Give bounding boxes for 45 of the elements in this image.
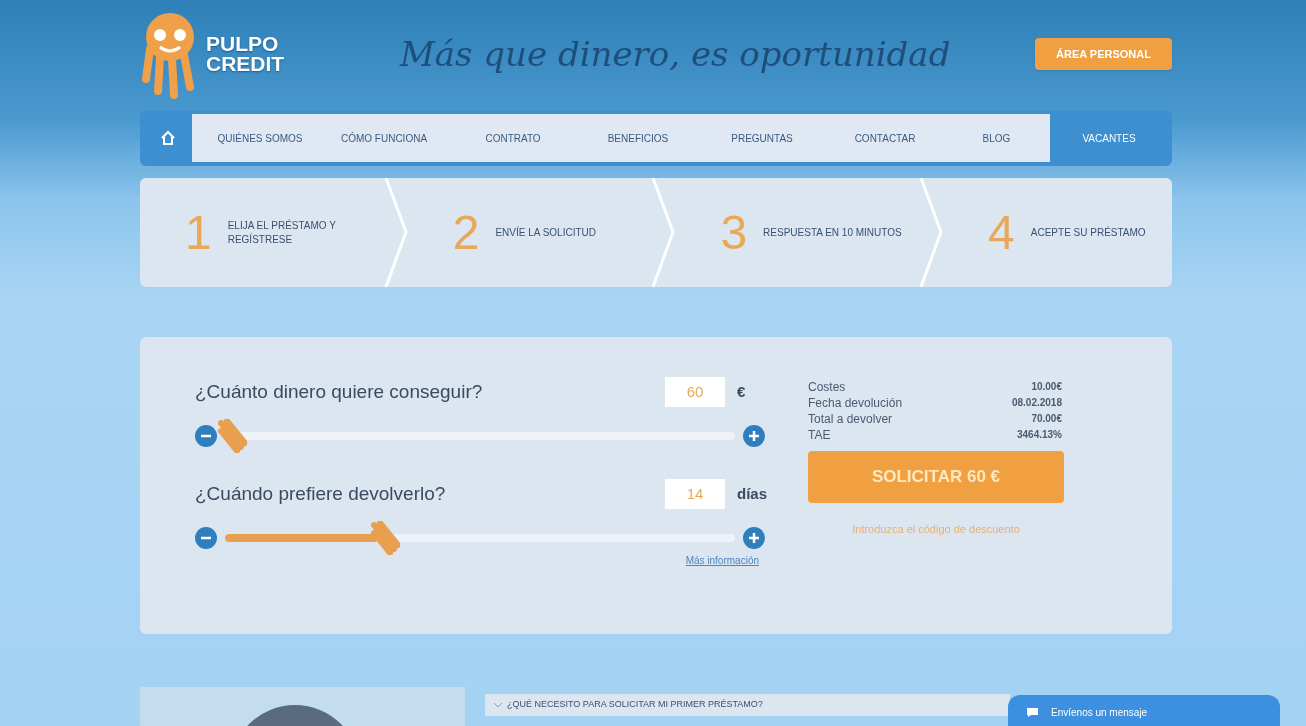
minus-icon[interactable] (195, 527, 217, 549)
step-chevron-icon (919, 178, 943, 287)
chat-button[interactable]: Envíenos un mensaje (1008, 695, 1280, 726)
minus-icon[interactable] (195, 425, 217, 447)
step-number: 2 (452, 204, 480, 261)
step-chevron-icon (652, 178, 675, 287)
slider-handle[interactable] (217, 419, 247, 453)
faq-question: ¿QUÉ NECESITO PARA SOLICITAR MI PRIMER PRÉSTAMO? (507, 698, 763, 712)
slider-question: ¿Cuándo prefiere devolverlo? (195, 481, 447, 506)
chevron-down-icon (493, 702, 503, 708)
nav-link[interactable]: CÓMO FUNCIONA (320, 130, 448, 146)
faq-item[interactable]: ¿QUÉ NECESITO PARA SOLICITAR MI PRIMER PRÉSTAMO? (485, 694, 1010, 716)
chat-bubble-icon (1026, 706, 1039, 718)
unit-label: días (736, 483, 765, 504)
step-number: 3 (720, 204, 748, 261)
more-info-link[interactable]: Más información (685, 553, 759, 568)
summary-value: 08.02.2018 (1011, 396, 1063, 410)
unit-label: € (736, 381, 747, 402)
summary-label: Total a devolver (808, 411, 893, 427)
slider-question: ¿Cuánto dinero quiere conseguir? (195, 379, 484, 404)
step-chevron-icon (384, 178, 408, 287)
step-label: ELIJA EL PRÉSTAMO Y REGÍSTRESE (227, 218, 337, 247)
summary-value: 10.00€ (1031, 380, 1063, 394)
nav-link[interactable]: PREGUNTAS (698, 130, 826, 146)
step-label: ENVÍE LA SOLICITUD (495, 225, 597, 240)
summary-label: Costes (808, 379, 846, 395)
step-label: ACEPTE SU PRÉSTAMO (1030, 225, 1147, 240)
step-number: 1 (185, 204, 212, 261)
step-number: 4 (988, 204, 1015, 261)
logo-text: PULPO CREDIT (206, 34, 286, 74)
summary-label: TAE (808, 427, 831, 443)
nav-link[interactable]: BLOG (944, 130, 1049, 146)
summary-label: Fecha devolución (808, 395, 903, 411)
step-label: RESPUESTA EN 10 MINUTOS (763, 225, 903, 240)
home-icon (160, 130, 176, 146)
nav-link[interactable]: CONTRATO (448, 130, 578, 146)
plus-icon[interactable] (743, 527, 765, 549)
slider-handle[interactable] (370, 521, 400, 555)
plus-icon[interactable] (743, 425, 765, 447)
nav-link[interactable]: QUIÉNES SOMOS (200, 130, 320, 146)
summary-value: 70.00€ (1031, 412, 1063, 426)
nav-link[interactable]: BENEFICIOS (578, 130, 698, 146)
summary-value: 3464.13% (1016, 428, 1063, 442)
tagline: Más que dinero, es oportunidad (398, 32, 952, 76)
nav-link[interactable]: CONTACTAR (826, 130, 944, 146)
